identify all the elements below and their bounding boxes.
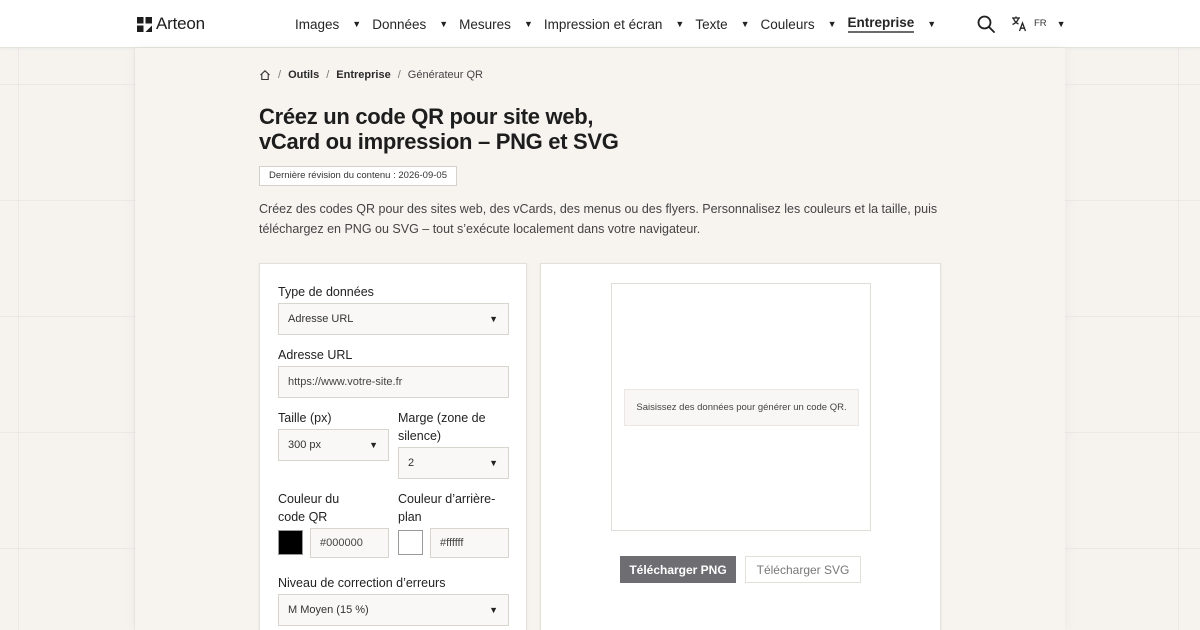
caret-down-icon: ▼ (675, 19, 685, 29)
margin-value: 2 (408, 457, 415, 469)
caret-down-icon: ▼ (1056, 18, 1066, 29)
nav-item-label: Mesures (459, 16, 511, 32)
caret-down-icon: ▼ (352, 19, 362, 29)
margin-label: Marge (zone de silence) (398, 409, 486, 445)
fg-color-label: Couleur du code QR (278, 490, 339, 526)
brand-logo[interactable]: Arteon (137, 14, 205, 34)
qr-placeholder-message: Saisissez des données pour générer un co… (624, 389, 859, 426)
translate-icon (1012, 16, 1027, 32)
fg-color-value: #000000 (320, 537, 363, 549)
breadcrumb-separator: / (397, 69, 401, 81)
bg-color-label-line-2: plan (398, 510, 422, 524)
bg-color-label-line-1: Couleur d’arrière- (398, 492, 496, 506)
error-correction-label: Niveau de correction d’erreurs (278, 576, 446, 590)
caret-down-icon: ▼ (827, 19, 837, 29)
nav-item-impression[interactable]: Impression et écran ▼ (544, 0, 684, 48)
download-svg-button[interactable]: Télécharger SVG (745, 556, 861, 583)
url-placeholder: https://www.votre-site.fr (288, 376, 403, 388)
data-type-value: Adresse URL (288, 313, 354, 325)
brand-name: Arteon (156, 14, 205, 33)
breadcrumb-link-outils[interactable]: Outils (288, 69, 319, 81)
intro-text: Créez des codes QR pour des sites web, d… (259, 202, 938, 236)
chevron-down-icon: ▼ (489, 605, 498, 615)
page-title-line-1: Créez un code QR pour site web, (259, 104, 594, 129)
breadcrumb-link-entreprise[interactable]: Entreprise (336, 69, 390, 81)
chevron-down-icon: ▼ (369, 440, 378, 450)
margin-select[interactable]: 2 ▼ (398, 447, 509, 479)
error-correction-value: M Moyen (15 %) (288, 604, 369, 616)
nav-item-label: Entreprise (847, 15, 915, 33)
top-navigation-bar: Arteon Images ▼ Données ▼ Mesures ▼ Impr… (0, 0, 1200, 48)
error-correction-select[interactable]: M Moyen (15 %) ▼ (278, 594, 509, 626)
data-type-label: Type de données (278, 285, 374, 299)
caret-down-icon: ▼ (927, 19, 937, 29)
fg-color-input[interactable]: #000000 (310, 528, 389, 558)
nav-item-mesures[interactable]: Mesures ▼ (459, 0, 533, 48)
breadcrumb-separator: / (326, 69, 330, 81)
nav-item-texte[interactable]: Texte ▼ (695, 0, 749, 48)
bg-color-swatch[interactable] (398, 530, 423, 555)
chevron-down-icon: ▼ (489, 314, 498, 324)
fg-color-label-line-1: Couleur du (278, 492, 340, 506)
size-select[interactable]: 300 px ▼ (278, 429, 389, 461)
nav-item-label: Données (372, 16, 427, 32)
fg-color-label-line-2: code QR (278, 510, 328, 524)
nav-item-images[interactable]: Images ▼ (295, 0, 361, 48)
caret-down-icon: ▼ (439, 19, 449, 29)
language-code: FR (1034, 18, 1047, 29)
margin-label-line-2: silence) (398, 429, 442, 443)
data-type-select[interactable]: Adresse URL ▼ (278, 303, 509, 335)
bg-color-label: Couleur d’arrière- plan (398, 490, 495, 526)
page-title-line-2: vCard ou impression – PNG et SVG (259, 129, 619, 154)
main-nav: Images ▼ Données ▼ Mesures ▼ Impression … (295, 0, 947, 48)
margin-label-line-1: Marge (zone de (398, 411, 486, 425)
bg-color-input[interactable]: #ffffff (430, 528, 509, 558)
breadcrumb: / Outils / Entreprise / Générateur QR (259, 69, 483, 81)
chevron-down-icon: ▼ (489, 458, 498, 468)
url-label: Adresse URL (278, 348, 353, 362)
nav-item-label: Couleurs (760, 16, 815, 32)
nav-item-couleurs[interactable]: Couleurs ▼ (761, 0, 837, 48)
bg-color-value: #ffffff (440, 537, 464, 549)
search-icon (977, 15, 995, 33)
nav-item-donnees[interactable]: Données ▼ (372, 0, 448, 48)
download-png-button[interactable]: Télécharger PNG (620, 556, 736, 583)
nav-item-label: Texte (695, 16, 728, 32)
search-button[interactable] (977, 15, 995, 33)
qr-preview-area: Saisissez des données pour générer un co… (611, 283, 871, 531)
caret-down-icon: ▼ (740, 19, 750, 29)
nav-item-entreprise[interactable]: Entreprise ▼ (847, 0, 937, 48)
nav-item-label: Images (295, 16, 340, 32)
language-selector[interactable]: FR ▼ (1011, 15, 1066, 32)
page-title: Créez un code QR pour site web, vCard ou… (259, 104, 779, 154)
qr-preview-panel: Saisissez des données pour générer un co… (540, 263, 941, 630)
arteon-logo-icon (137, 16, 152, 32)
size-label: Taille (px) (278, 411, 332, 425)
home-icon[interactable] (259, 69, 271, 81)
qr-settings-panel: Type de données Adresse URL ▼ Adresse UR… (259, 263, 527, 630)
revision-badge: Dernière révision du contenu : 2026-09-0… (259, 166, 457, 186)
breadcrumb-separator: / (278, 69, 282, 81)
caret-down-icon: ▼ (523, 19, 533, 29)
size-value: 300 px (288, 439, 322, 451)
breadcrumb-current: Générateur QR (407, 69, 483, 81)
nav-item-label: Impression et écran (543, 16, 663, 32)
url-input[interactable]: https://www.votre-site.fr (278, 366, 509, 398)
fg-color-swatch[interactable] (278, 530, 303, 555)
